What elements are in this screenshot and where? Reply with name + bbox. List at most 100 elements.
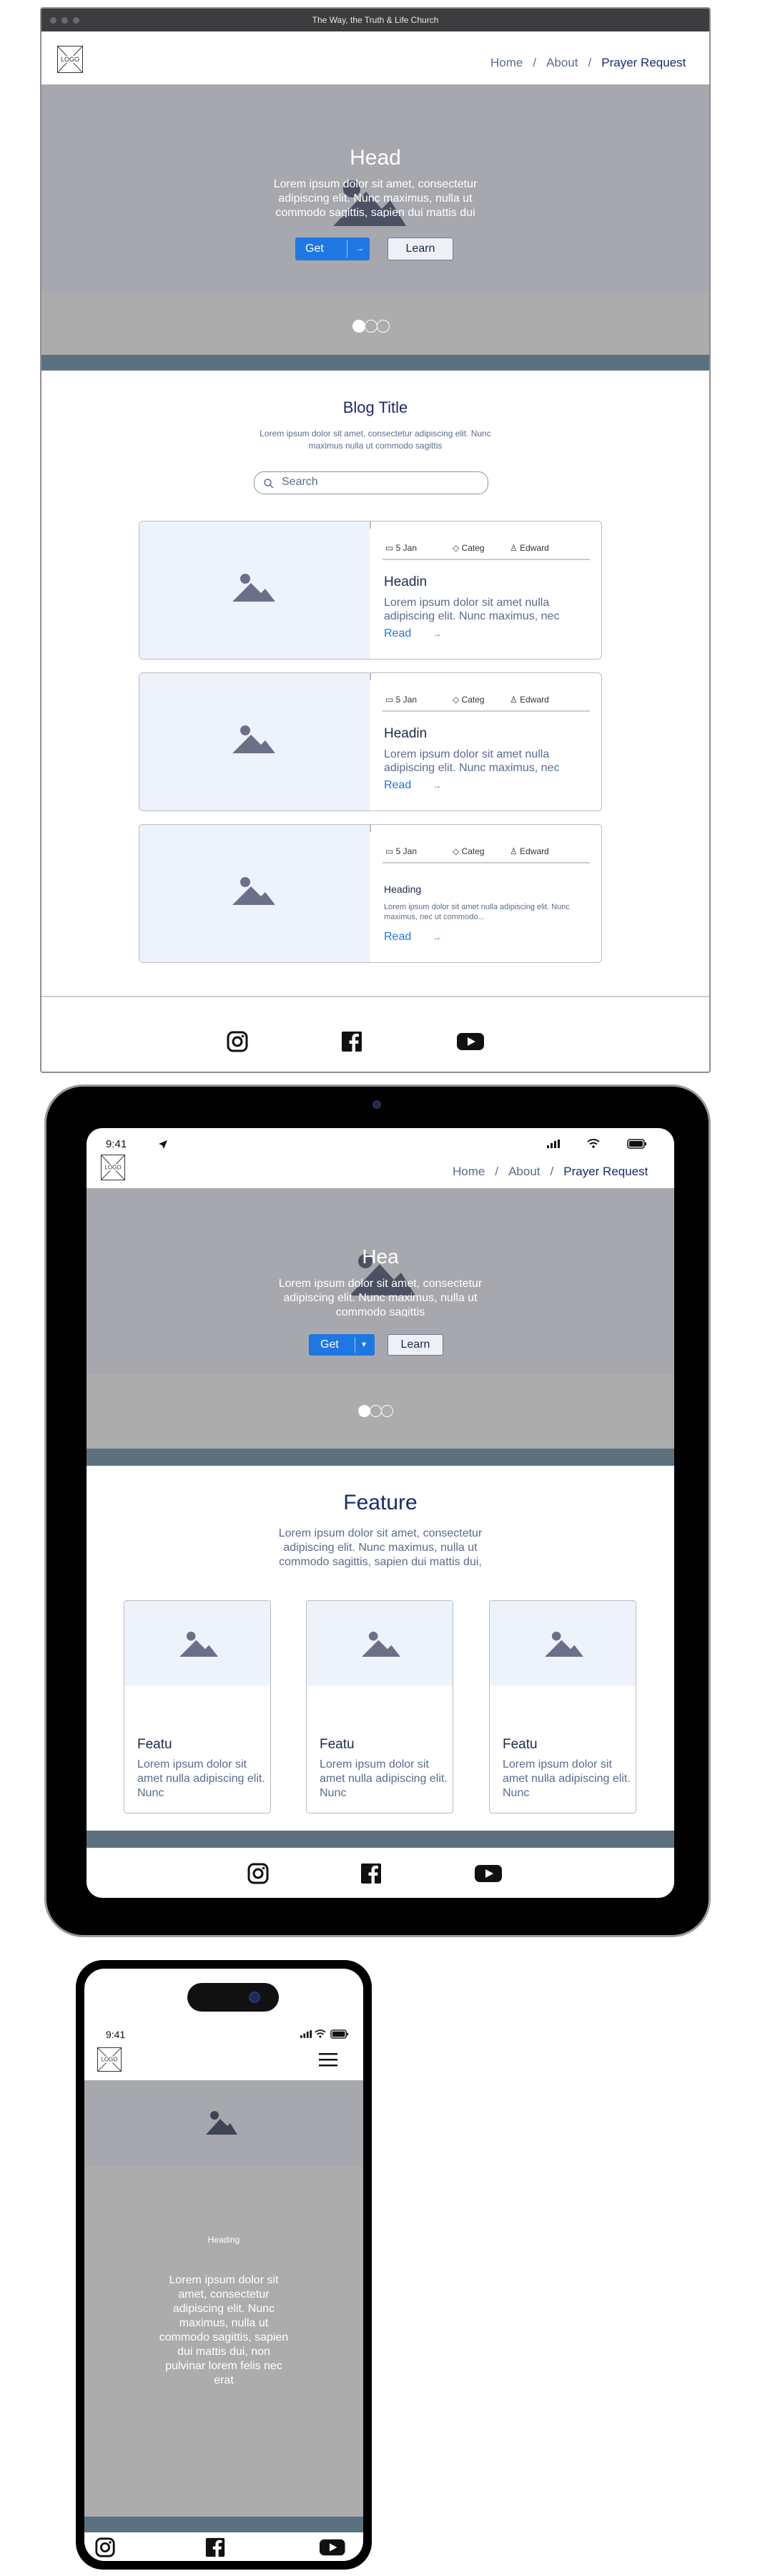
carousel-dot-2[interactable] (370, 1405, 382, 1417)
calendar-icon: ▭ (385, 543, 396, 553)
instagram-icon[interactable] (247, 1862, 270, 1885)
learn-button[interactable]: Learn (388, 1334, 443, 1356)
user-icon: ♙ (510, 695, 520, 705)
nav-home-link[interactable]: Home (490, 56, 523, 70)
cellular-signal-icon (547, 1140, 560, 1148)
section-divider-band (41, 355, 709, 371)
camera-icon (372, 1100, 381, 1109)
feature-image (307, 1601, 453, 1685)
post-date: ▭ 5 Jan (385, 543, 418, 553)
post-date: ▭ 5 Jan (385, 695, 418, 705)
logo-text: LOGO (100, 2056, 119, 2063)
get-button[interactable]: Get → (295, 237, 370, 260)
post-heading: Headin (384, 726, 428, 741)
tablet-device-frame: 9:41 LOGO Home / About / Prayer Request … (44, 1084, 711, 1937)
image-placeholder-icon (362, 1631, 400, 1657)
facebook-icon[interactable] (204, 2537, 226, 2558)
logo-text: LOGO (104, 1164, 122, 1171)
nav-separator: / (533, 56, 537, 69)
hero-heading: Head (350, 146, 401, 170)
get-button[interactable]: Get ▾ (309, 1334, 375, 1356)
post-category: ◇ Categ (453, 846, 485, 856)
calendar-icon: ▭ (385, 695, 396, 705)
nav-prayer-request-link[interactable]: Prayer Request (601, 56, 686, 70)
instagram-icon[interactable] (94, 2537, 116, 2558)
hero-text: Lorem ipsum dolor sit amet, consectetur … (159, 2274, 289, 2386)
calendar-icon: ▭ (385, 846, 396, 856)
user-icon: ♙ (510, 543, 520, 553)
location-arrow-icon (159, 1140, 167, 1149)
carousel-dot-2[interactable] (365, 320, 377, 333)
logo[interactable]: LOGO (97, 2047, 122, 2072)
feature-card[interactable]: Featu Lorem ipsum dolor sit amet nulla a… (306, 1600, 453, 1813)
carousel-band (41, 293, 709, 355)
arrow-right-icon: → (433, 629, 441, 639)
window-title: The Way, the Truth & Life Church (312, 15, 439, 25)
carousel-dot-1[interactable] (358, 1405, 370, 1417)
carousel-dot-3[interactable] (381, 1405, 393, 1417)
post-excerpt: Lorem ipsum dolor sit amet nulla adipisc… (384, 597, 560, 622)
battery-icon (330, 2029, 349, 2039)
blog-post-card[interactable]: ▭ 5 Jan ◇ Categ ♙ Edward Headin Lorem ip… (139, 521, 602, 660)
read-more-link[interactable]: Read (384, 931, 411, 944)
carousel-dot-3[interactable] (377, 320, 390, 333)
footer-divider (41, 996, 709, 997)
feature-image (490, 1601, 636, 1685)
feature-card-text: Lorem ipsum dolor sit amet nulla adipisc… (503, 1758, 631, 1798)
youtube-icon[interactable] (456, 1030, 485, 1053)
blog-post-card[interactable]: ▭ 5 Jan ◇ Categ ♙ Edward Heading Lorem i… (139, 824, 602, 963)
youtube-icon[interactable] (474, 1862, 503, 1885)
post-image (139, 521, 370, 659)
youtube-icon[interactable] (319, 2537, 346, 2558)
facebook-icon[interactable] (360, 1862, 382, 1885)
instagram-icon[interactable] (226, 1030, 249, 1053)
user-icon: ♙ (510, 846, 520, 856)
image-icon (206, 2111, 237, 2135)
nav-about-link[interactable]: About (546, 56, 578, 70)
post-category: ◇ Categ (453, 543, 485, 553)
post-meta-divider (382, 559, 590, 560)
logo-text: LOGO (60, 56, 80, 63)
nav-prayer-request-link[interactable]: Prayer Request (563, 1165, 648, 1179)
learn-button[interactable]: Learn (388, 237, 453, 260)
post-heading: Headin (384, 574, 428, 589)
read-more-link[interactable]: Read (384, 627, 411, 640)
logo[interactable]: LOGO (101, 1155, 125, 1180)
feature-card[interactable]: Featu Lorem ipsum dolor sit amet nulla a… (489, 1600, 636, 1813)
post-author: ♙ Edward (510, 695, 549, 705)
wifi-icon (587, 1139, 600, 1148)
cellular-signal-icon (300, 2030, 312, 2038)
post-heading: Heading (384, 883, 422, 895)
post-image (139, 825, 370, 962)
facebook-icon[interactable] (340, 1030, 363, 1053)
nav-about-link[interactable]: About (508, 1165, 540, 1179)
feature-card-heading: Featu (503, 1737, 538, 1752)
image-placeholder-icon (545, 1631, 583, 1657)
footer-band (84, 2517, 363, 2532)
nav-home-link[interactable]: Home (453, 1165, 485, 1179)
hero-heading: Hea (362, 1245, 399, 1268)
feature-card-text: Lorem ipsum dolor sit amet nulla adipisc… (320, 1758, 448, 1798)
section-divider-band (87, 1449, 674, 1466)
hamburger-menu-icon[interactable] (319, 2052, 337, 2067)
post-category: ◇ Categ (453, 695, 485, 705)
blog-subtitle: Lorem ipsum dolor sit amet, consectetur … (260, 428, 491, 451)
blog-post-card[interactable]: ▭ 5 Jan ◇ Categ ♙ Edward Headin Lorem ip… (139, 672, 602, 811)
carousel-dot-1[interactable] (352, 320, 365, 333)
read-more-link[interactable]: Read (384, 779, 411, 792)
image-placeholder-icon (232, 877, 275, 905)
post-excerpt: Lorem ipsum dolor sit amet nulla adipisc… (384, 748, 560, 774)
search-input[interactable]: Search (254, 471, 488, 494)
image-placeholder-icon (232, 574, 275, 602)
feature-image (124, 1601, 270, 1685)
tablet-screen: 9:41 LOGO Home / About / Prayer Request … (87, 1128, 674, 1898)
desktop-browser-window: The Way, the Truth & Life Church LOGO Ho… (40, 7, 711, 1073)
tag-icon: ◇ (453, 695, 462, 705)
dynamic-island (187, 1983, 279, 2012)
get-button-label: Get (320, 1338, 339, 1351)
feature-card[interactable]: Featu Lorem ipsum dolor sit amet nulla a… (124, 1600, 271, 1813)
logo[interactable]: LOGO (57, 46, 83, 73)
arrow-right-icon: → (433, 780, 441, 790)
tag-icon: ◇ (453, 846, 462, 856)
battery-icon (627, 1139, 646, 1149)
